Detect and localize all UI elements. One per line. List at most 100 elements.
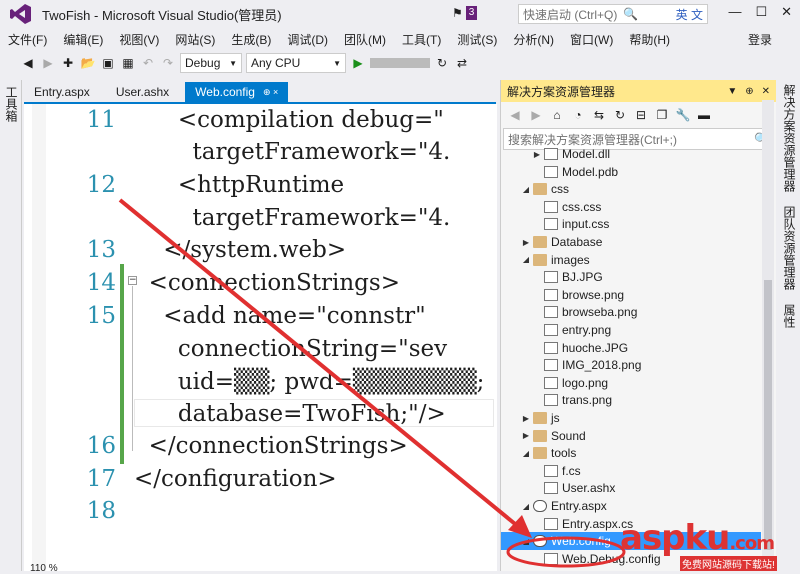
menu-analyze[interactable]: 分析(N) [505, 31, 562, 48]
menu-window[interactable]: 窗口(W) [562, 31, 621, 48]
code-editor[interactable]: − 11 <compilation debug=" targetFramewor… [24, 104, 497, 571]
close-button[interactable]: ✕ [781, 4, 792, 20]
notifications[interactable]: ⚑ 3 [452, 6, 478, 20]
menu-file[interactable]: 文件(F) [0, 31, 55, 48]
tree-item[interactable]: trans.png [501, 391, 761, 409]
expand-toggle-icon[interactable]: ▶ [519, 238, 533, 247]
sync-icon[interactable]: ⇆ [591, 107, 607, 123]
tree-item[interactable]: logo.png [501, 374, 761, 392]
zoom-level[interactable]: 110 % [30, 563, 58, 574]
cs-icon [544, 517, 558, 530]
tree-item[interactable]: ◢ Entry.aspx [501, 497, 761, 515]
tree-item[interactable]: ▶ Database [501, 233, 761, 251]
menu-edit[interactable]: 编辑(E) [55, 31, 111, 48]
platform-select[interactable]: Any CPU ▼ [246, 53, 346, 73]
menu-tools[interactable]: 工具(T) [394, 31, 449, 48]
new-project-icon[interactable]: ✚ [60, 55, 76, 71]
tree-item[interactable]: entry.png [501, 321, 761, 339]
quick-launch-input[interactable]: 快速启动 (Ctrl+Q) 🔍 英 文 [518, 4, 708, 24]
preview-icon[interactable]: ▬ [696, 107, 712, 123]
pin-icon[interactable]: ⊕ [745, 86, 753, 97]
tree-item-label: tools [551, 446, 577, 461]
tab-user-ashx[interactable]: User.ashx [106, 82, 179, 102]
tree-item[interactable]: browseba.png [501, 303, 761, 321]
tree-scrollbar[interactable] [762, 100, 774, 571]
minimize-button[interactable]: — [728, 4, 741, 20]
tree-item[interactable]: input.css [501, 215, 761, 233]
tree-item-label: logo.png [562, 375, 609, 390]
tree-item-label: Model.dll [562, 147, 611, 161]
menu-view[interactable]: 视图(V) [111, 31, 167, 48]
scrollbar-thumb[interactable] [764, 280, 772, 550]
dropdown-icon[interactable]: ▼ [727, 86, 737, 97]
tree-item[interactable]: ◢ css [501, 180, 761, 198]
tree-item[interactable]: BJ.JPG [501, 268, 761, 286]
flag-icon: ⚑ [452, 6, 463, 20]
expand-toggle-icon[interactable]: ◢ [519, 537, 533, 546]
expand-toggle-icon[interactable]: ◢ [519, 449, 533, 458]
menu-build[interactable]: 生成(B) [223, 31, 279, 48]
browser-link-icon[interactable]: ⇄ [454, 55, 470, 71]
refresh-icon[interactable]: ↻ [434, 55, 450, 71]
toolbox-tab[interactable]: 工具箱 [0, 80, 23, 128]
folder-icon [533, 236, 547, 248]
menu-debug[interactable]: 调试(D) [279, 31, 336, 48]
expand-toggle-icon[interactable]: ▶ [519, 414, 533, 423]
expand-toggle-icon[interactable]: ◢ [519, 185, 533, 194]
solution-explorer-title: 解决方案资源管理器 [507, 84, 616, 99]
tab-team-explorer[interactable]: 团队资源管理器 [777, 202, 800, 294]
collapse-all-icon[interactable]: ⊟ [633, 107, 649, 123]
expand-toggle-icon[interactable]: ▶ [530, 150, 544, 159]
tab-solution-explorer[interactable]: 解决方案资源管理器 [777, 80, 800, 196]
undo-icon[interactable]: ↶ [140, 55, 156, 71]
tree-item[interactable]: ◢ images [501, 251, 761, 269]
pending-changes-icon[interactable]: ◔ [570, 107, 586, 123]
tree-item[interactable]: IMG_2018.png [501, 356, 761, 374]
expand-toggle-icon[interactable]: ◢ [519, 255, 533, 264]
menu-bar: 文件(F) 编辑(E) 视图(V) 网站(S) 生成(B) 调试(D) 团队(M… [0, 28, 800, 50]
refresh-icon[interactable]: ↻ [612, 107, 628, 123]
expand-toggle-icon[interactable]: ◢ [519, 502, 533, 511]
tree-item[interactable]: browse.png [501, 286, 761, 304]
expand-toggle-icon[interactable]: ▶ [519, 431, 533, 440]
tree-item[interactable]: ▶ Model.dll [501, 145, 761, 163]
forward-icon[interactable]: ▶ [40, 55, 56, 71]
back-icon[interactable]: ◀ [507, 107, 523, 123]
save-all-icon[interactable]: ▦ [120, 55, 136, 71]
start-debug-icon[interactable]: ▶ [350, 55, 366, 71]
close-panel-icon[interactable]: ✕ [762, 86, 770, 97]
tree-item-label: Sound [551, 428, 586, 443]
back-icon[interactable]: ◀ [20, 55, 36, 71]
maximize-button[interactable]: ☐ [755, 4, 767, 20]
properties-icon[interactable]: 🔧 [675, 107, 691, 123]
menu-help[interactable]: 帮助(H) [621, 31, 678, 48]
watermark-logo: aspku.com 免费网站源码下载站! [620, 518, 777, 571]
login-link[interactable]: 登录 [748, 31, 772, 48]
doc-icon [544, 165, 558, 178]
tree-item[interactable]: ◢ tools [501, 444, 761, 462]
toolbar: ◀ ▶ ✚ 📂 ▣ ▦ ↶ ↷ Debug ▼ Any CPU ▼ ▶ ↻ ⇄ [0, 50, 800, 76]
pin-close-icon[interactable]: ⊕ × [263, 87, 278, 98]
tree-item[interactable]: huoche.JPG [501, 339, 761, 357]
tree-item[interactable]: ▶ js [501, 409, 761, 427]
tab-properties[interactable]: 属性 [777, 300, 800, 332]
redo-icon[interactable]: ↷ [160, 55, 176, 71]
open-file-icon[interactable]: 📂 [80, 55, 96, 71]
tree-item[interactable]: User.ashx [501, 479, 761, 497]
config-select[interactable]: Debug ▼ [180, 53, 242, 73]
forward-icon[interactable]: ▶ [528, 107, 544, 123]
save-icon[interactable]: ▣ [100, 55, 116, 71]
browser-target-blurred[interactable] [370, 58, 430, 68]
show-all-files-icon[interactable]: ❐ [654, 107, 670, 123]
tree-item[interactable]: css.css [501, 198, 761, 216]
tab-web-config[interactable]: Web.config ⊕ × [185, 82, 289, 102]
menu-team[interactable]: 团队(M) [336, 31, 394, 48]
menu-website[interactable]: 网站(S) [167, 31, 223, 48]
tab-entry-aspx[interactable]: Entry.aspx [24, 82, 100, 102]
tree-item[interactable]: Model.pdb [501, 163, 761, 181]
home-icon[interactable]: ⌂ [549, 107, 565, 123]
dll-icon [544, 148, 558, 160]
menu-test[interactable]: 测试(S) [449, 31, 505, 48]
tree-item[interactable]: ▶ Sound [501, 427, 761, 445]
tree-item[interactable]: f.cs [501, 462, 761, 480]
